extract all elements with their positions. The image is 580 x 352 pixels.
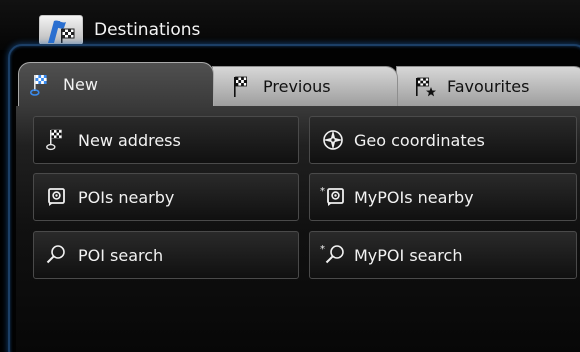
svg-text:*: * <box>320 186 325 197</box>
new-address-label: New address <box>78 130 181 150</box>
checkered-flag-icon <box>46 129 62 151</box>
compass-icon <box>323 130 343 150</box>
tab-favourites-label: Favourites <box>447 77 530 96</box>
tab-previous[interactable]: Previous <box>212 66 398 106</box>
checkered-flag-icon <box>30 74 47 96</box>
title-bar: Destinations <box>0 0 580 50</box>
search-icon <box>46 245 65 264</box>
mypoi-search-label: MyPOI search <box>354 245 463 265</box>
pois-nearby-button[interactable]: POIs nearby <box>33 173 299 221</box>
poi-icon <box>48 188 65 206</box>
pois-nearby-label: POIs nearby <box>78 187 175 207</box>
tab-new-label: New <box>63 75 98 94</box>
svg-text:*: * <box>320 244 325 255</box>
page-title: Destinations <box>94 20 201 40</box>
mypois-nearby-label: MyPOIs nearby <box>354 187 474 207</box>
tab-favourites[interactable]: Favourites <box>396 66 580 106</box>
checkered-flag-icon <box>234 76 247 97</box>
new-address-button[interactable]: New address <box>33 116 299 164</box>
mypois-nearby-button[interactable]: * MyPOIs nearby <box>309 173 577 221</box>
checkered-flag-star-icon <box>416 77 436 96</box>
my-search-icon: * <box>320 244 344 264</box>
tab-previous-label: Previous <box>263 77 331 96</box>
destinations-flag-icon[interactable] <box>39 15 83 45</box>
tab-new[interactable]: New <box>18 62 214 106</box>
poi-search-label: POI search <box>78 245 164 265</box>
poi-search-button[interactable]: POI search <box>33 231 299 279</box>
geo-coordinates-button[interactable]: Geo coordinates <box>309 116 577 164</box>
geo-coordinates-label: Geo coordinates <box>354 130 485 150</box>
mypoi-search-button[interactable]: * MyPOI search <box>309 231 577 279</box>
my-poi-icon: * <box>320 186 344 206</box>
